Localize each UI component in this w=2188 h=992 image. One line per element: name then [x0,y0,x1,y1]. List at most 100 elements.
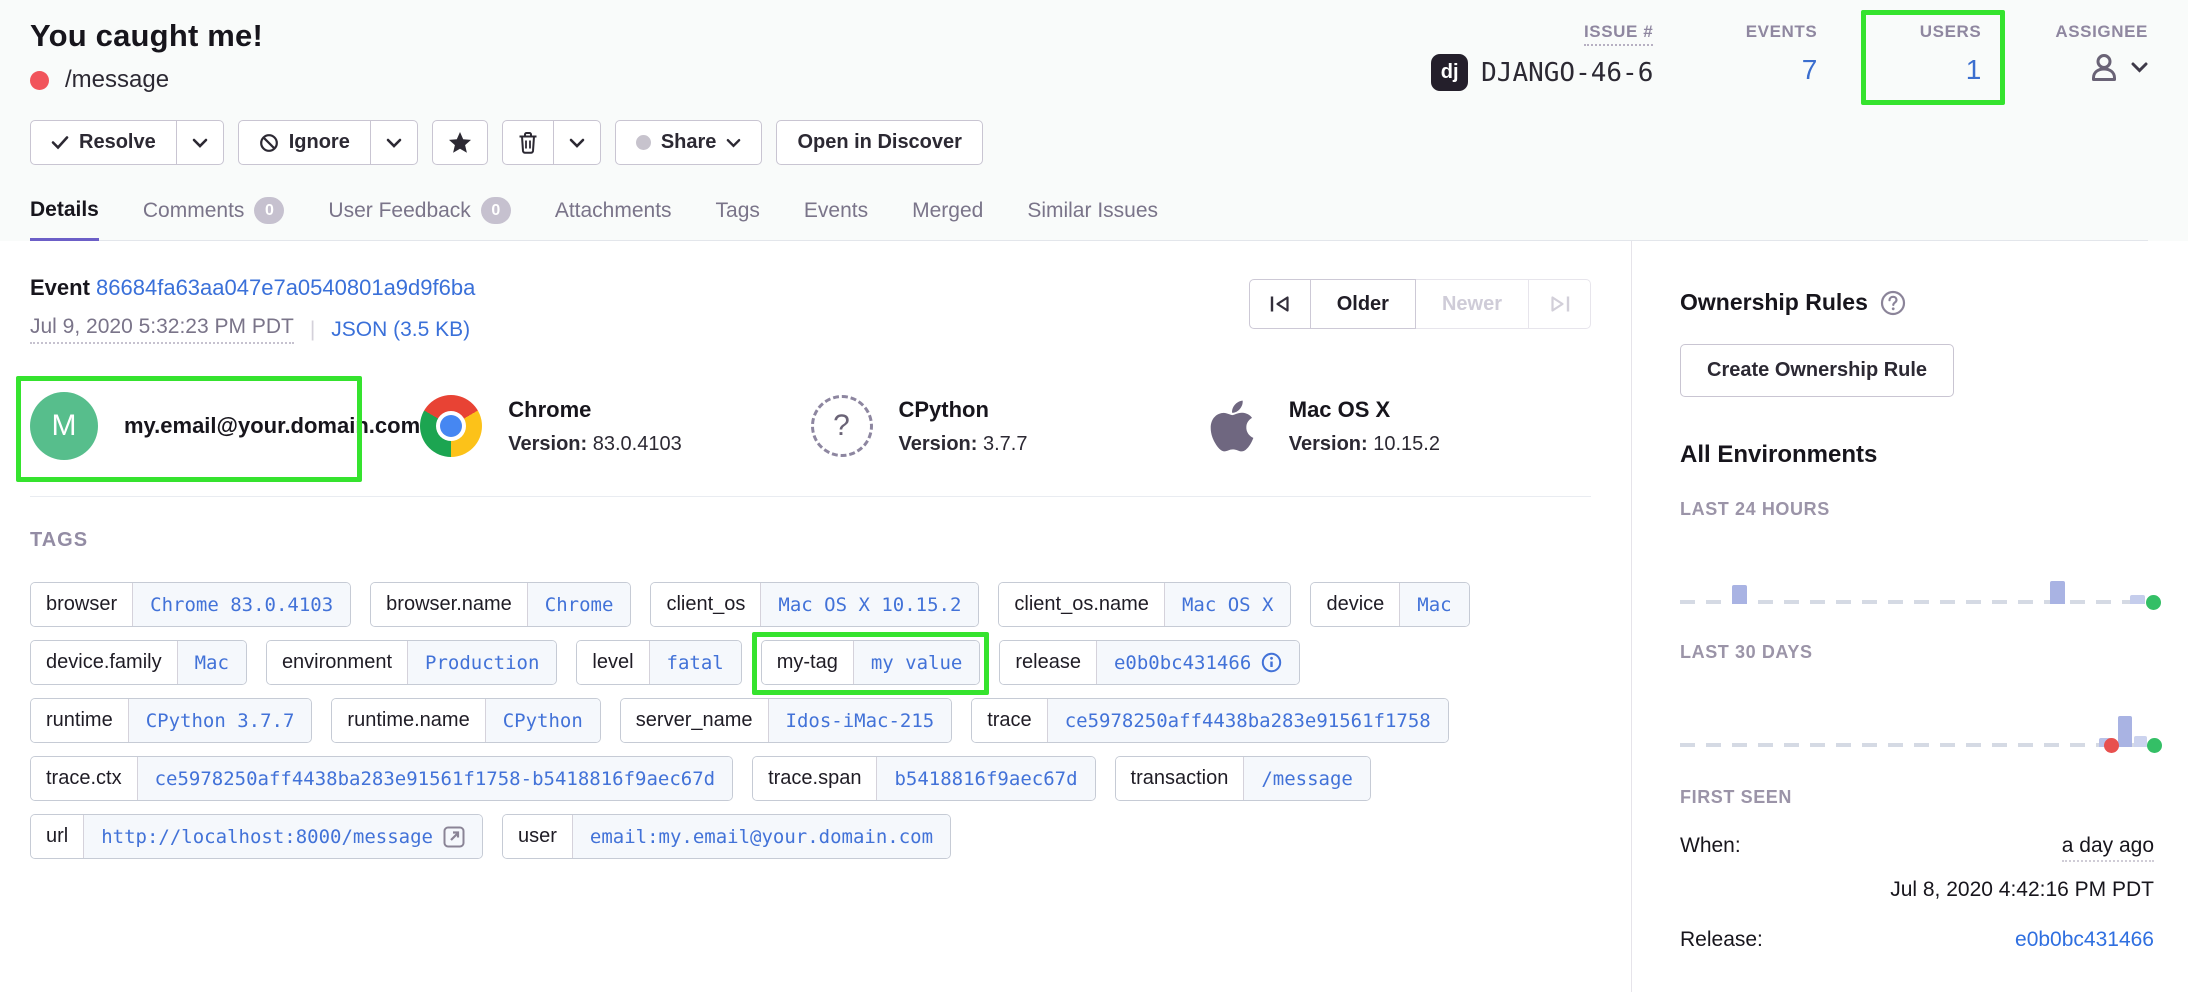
tab-attachments[interactable]: Attachments [555,197,672,240]
action-toolbar: Resolve Ignore [30,120,2148,165]
tab-details[interactable]: Details [30,197,99,243]
delete-dropdown-button[interactable] [554,120,601,165]
tab-merged[interactable]: Merged [912,197,983,240]
first-seen-release-link[interactable]: e0b0bc431466 [2015,928,2154,952]
sparkline-marker-dot [2147,738,2162,753]
sparkline-baseline [1680,743,2154,747]
sparkline-baseline [1680,600,2154,604]
version-label: Version: [1289,433,1368,455]
tag-key: trace.ctx [31,757,138,800]
oldest-event-button[interactable] [1249,279,1311,329]
tab-similar-issues[interactable]: Similar Issues [1027,197,1158,240]
tag-key: level [577,641,649,684]
tag-value-link[interactable]: Production [408,641,556,684]
tab-comments[interactable]: Comments 0 [143,197,285,240]
tag-value-link[interactable]: my value [854,641,980,684]
separator: | [310,318,315,342]
event-id-link[interactable]: 86684fa63aa047e7a0540801a9d9f6ba [96,275,475,300]
runtime-name: CPython [899,397,1028,423]
tag-pill-trace-ctx: trace.ctx ce5978250aff4438ba283e91561f17… [30,756,733,801]
user-context-card: M my.email@your.domain.com [30,392,420,460]
tag-value-link[interactable]: fatal [650,641,741,684]
tag-pill-url: url http://localhost:8000/message [30,814,483,859]
ignore-button[interactable]: Ignore [238,120,371,165]
event-context-cards: M my.email@your.domain.com Chrome Versio… [30,392,1591,497]
tag-value-link[interactable]: email:my.email@your.domain.com [573,815,950,858]
tag-value-link[interactable]: ce5978250aff4438ba283e91561f1758 [1048,699,1448,742]
tag-value-link[interactable]: Idos-iMac-215 [769,699,952,742]
ignore-dropdown-button[interactable] [371,120,418,165]
tag-pill-trace: trace ce5978250aff4438ba283e91561f1758 [971,698,1449,743]
os-context-card: Mac OS X Version: 10.15.2 [1201,392,1591,460]
help-circle-icon[interactable] [1880,290,1906,316]
assignee-selector[interactable] [2087,50,2148,84]
create-ownership-rule-button[interactable]: Create Ownership Rule [1680,344,1954,397]
users-count[interactable]: 1 [1966,54,1982,86]
share-status-dot [636,135,651,150]
apple-icon [1201,397,1263,455]
tag-value-link[interactable]: /message [1244,757,1370,800]
issue-stats: ISSUE # dj DJANGO-46-6 EVENTS 7 USERS 1 [1431,18,2148,91]
tag-pill-runtime: runtime CPython 3.7.7 [30,698,312,743]
skip-to-first-icon [1269,295,1291,313]
issue-sidebar: Ownership Rules Create Ownership Rule Al… [1631,241,2188,992]
resolve-dropdown-button[interactable] [177,120,224,165]
event-json-link[interactable]: JSON (3.5 KB) [331,318,470,342]
tag-value-link[interactable]: ce5978250aff4438ba283e91561f1758-b541881… [138,757,733,800]
chevron-down-icon [192,138,208,148]
events-count[interactable]: 7 [1802,54,1818,86]
chevron-down-icon [569,138,585,148]
issue-culprit: /message [65,66,169,94]
tag-value-link[interactable]: Mac [1400,583,1468,626]
tag-value-link[interactable]: b5418816f9aec67d [877,757,1094,800]
tag-pill-browser-name: browser.name Chrome [370,582,631,627]
issue-short-id: DJANGO-46-6 [1481,58,1653,88]
issue-title: You caught me! [30,18,263,54]
tag-value-link[interactable]: Mac OS X [1165,583,1291,626]
sparkline-bar [2118,716,2132,747]
tag-pill-level: level fatal [576,640,741,685]
sparkline-bar [2130,595,2145,604]
newer-event-button[interactable]: Newer [1416,279,1529,329]
last-24-hours-label: LAST 24 HOURS [1680,499,2154,520]
skip-to-latest-button[interactable] [1529,279,1591,329]
tag-key: browser [31,583,133,626]
tag-value-link[interactable]: CPython [486,699,600,742]
event-meta: Event 86684fa63aa047e7a0540801a9d9f6ba J… [30,275,475,344]
bookmark-star-button[interactable] [432,120,488,165]
users-label: USERS [1920,22,1982,42]
issue-title-block: You caught me! /message [30,18,263,94]
ownership-rules-title: Ownership Rules [1680,289,1868,316]
os-name: Mac OS X [1289,397,1440,423]
last-30-days-sparkline [1680,669,2154,747]
chrome-icon [420,395,482,457]
delete-button[interactable] [502,120,554,165]
comments-count-badge: 0 [254,197,284,224]
tab-user-feedback[interactable]: User Feedback 0 [328,197,510,240]
resolve-button[interactable]: Resolve [30,120,177,165]
last-30-days-label: LAST 30 DAYS [1680,642,2154,663]
tag-value-link[interactable]: Chrome 83.0.4103 [133,583,350,626]
tag-value-link[interactable]: Mac [178,641,246,684]
open-in-discover-button[interactable]: Open in Discover [776,120,983,165]
share-button[interactable]: Share [615,120,763,165]
sparkline-marker-dot [2146,595,2161,610]
tab-events[interactable]: Events [804,197,868,240]
first-seen-absolute: Jul 8, 2020 4:42:16 PM PDT [1680,878,2154,902]
chevron-down-icon [386,138,402,148]
tab-tags[interactable]: Tags [716,197,760,240]
older-event-button[interactable]: Older [1311,279,1416,329]
tag-value-link[interactable]: Chrome [528,583,631,626]
tag-value-link[interactable]: e0b0bc431466 [1097,641,1299,684]
tag-pill-client-os-name: client_os.name Mac OS X [998,582,1291,627]
browser-context-card: Chrome Version: 83.0.4103 [420,392,810,460]
user-email: my.email@your.domain.com [124,413,420,439]
user-avatar: M [30,392,98,460]
tag-value-link[interactable]: http://localhost:8000/message [84,815,482,858]
tag-pill-my-tag: my-tag my value [761,640,981,685]
tag-value-link[interactable]: CPython 3.7.7 [129,699,312,742]
sparkline-bar [2050,581,2065,604]
tag-value-link[interactable]: Mac OS X 10.15.2 [761,583,978,626]
assignee-label: ASSIGNEE [2055,22,2148,42]
django-platform-icon: dj [1431,54,1468,91]
